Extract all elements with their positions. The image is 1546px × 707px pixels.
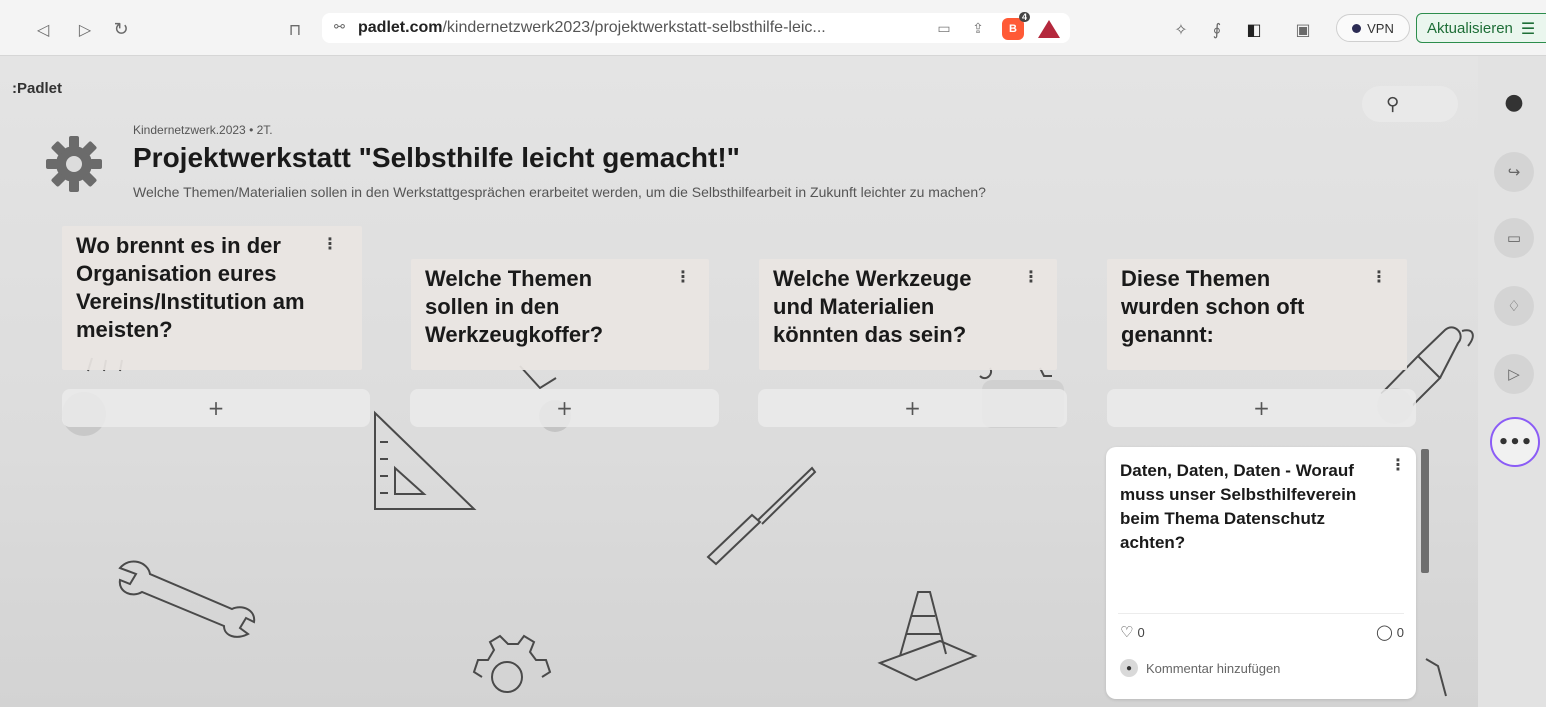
set-square-inner (394, 465, 427, 495)
column-header-1[interactable]: Wo brennt es in der Organisation eures V… (62, 226, 362, 370)
paint-brush-tip (1461, 329, 1474, 347)
plus-icon: + (207, 396, 225, 420)
share-icon[interactable]: ⇪ (968, 19, 988, 39)
board-author[interactable]: Kindernetzwerk.2023 (133, 123, 246, 137)
search-button[interactable]: ⚲ (1362, 86, 1458, 122)
column-scrollbar[interactable] (1421, 449, 1429, 573)
update-label: Aktualisieren (1427, 19, 1513, 37)
post-card[interactable]: Daten, Daten, Daten - Worauf muss unser … (1106, 447, 1416, 699)
gear-outline-icon (491, 661, 523, 693)
board-age: 2T. (256, 123, 273, 137)
search-icon: ⚲ (1386, 93, 1400, 115)
partial-shape-c (1425, 658, 1447, 697)
comment-count-button[interactable]: ◯ 0 (1376, 623, 1404, 641)
column-header-4[interactable]: Diese Themen wurden schon oft genannt: ⋮ (1107, 259, 1407, 370)
cast-icon[interactable]: ▭ (934, 19, 954, 39)
plus-icon: + (904, 396, 921, 420)
url-text: padlet.com/kindernetzwerk2023/projektwer… (358, 19, 826, 36)
vpn-button[interactable]: VPN (1336, 14, 1410, 42)
more-options-icon[interactable]: ••• (1490, 417, 1540, 467)
like-button[interactable]: ♡ 0 (1120, 623, 1145, 641)
page-title: Projektwerkstatt "Selbsthilfe leicht gem… (133, 142, 740, 173)
extensions-icon[interactable]: ✧ (1170, 18, 1192, 40)
right-sidebar: ● ↪ ▭ ♢ ▷ ••• (1478, 56, 1546, 707)
add-post-button-3[interactable]: + (758, 389, 1067, 427)
update-button[interactable]: Aktualisieren ☰ (1416, 13, 1546, 43)
column-title: Welche Werkzeuge und Materialien könnten… (773, 266, 972, 347)
menu-icon[interactable]: ☰ (1521, 19, 1535, 38)
comment-count: 0 (1396, 624, 1404, 640)
reload-icon[interactable]: ↻ (110, 18, 132, 40)
padlet-logo[interactable]: :Padlet (12, 80, 62, 97)
browser-toolbar: ◁ ▷ ↻ ⊓ ⚯ padlet.com/kindernetzwerk2023/… (0, 0, 1546, 56)
add-post-button-1[interactable]: + (62, 389, 370, 427)
share-arrow-icon[interactable]: ↪ (1494, 152, 1534, 192)
column-title: Diese Themen wurden schon oft genannt: (1121, 266, 1305, 347)
gear-outline-teeth (472, 634, 552, 678)
heart-icon: ♡ (1120, 623, 1134, 641)
leo-icon[interactable]: ∮ (1206, 18, 1228, 40)
brave-shields-icon[interactable]: B4 (1002, 12, 1030, 40)
post-menu-icon[interactable]: ⋮ (1390, 455, 1406, 474)
brave-shields-badge: 4 (1018, 12, 1030, 22)
post-title: Daten, Daten, Daten - Worauf muss unser … (1120, 461, 1357, 552)
back-icon[interactable]: ◁ (32, 18, 54, 40)
forward-icon[interactable]: ▷ (74, 18, 96, 40)
add-post-button-4[interactable]: + (1107, 389, 1416, 427)
notification-bell-icon[interactable]: ♢ (1494, 286, 1534, 326)
brave-rewards-icon[interactable] (1038, 20, 1060, 38)
page-subtitle: Welche Themen/Materialien sollen in den … (133, 184, 986, 200)
wrench-icon (118, 560, 256, 638)
add-comment-label: Kommentar hinzufügen (1146, 660, 1281, 676)
column-title: Welche Themen sollen in den Werkzeugkoff… (425, 266, 604, 347)
play-icon[interactable]: ▷ (1494, 354, 1534, 394)
site-settings-icon[interactable]: ⚯ (334, 20, 350, 36)
avatar: ● (1120, 659, 1138, 677)
slideshow-icon[interactable]: ▭ (1494, 218, 1534, 258)
column-menu-icon[interactable]: ⋮ (675, 267, 691, 286)
vpn-label: VPN (1367, 20, 1394, 36)
padlet-board: :Padlet ⚲ Kindernetzwerk.2023 • 2T. Proj… (0, 56, 1478, 707)
user-avatar-icon[interactable]: ● (1494, 82, 1534, 122)
column-header-3[interactable]: Welche Werkzeuge und Materialien könnten… (759, 259, 1057, 370)
like-count: 0 (1137, 624, 1145, 640)
post-divider (1118, 613, 1404, 614)
wallet-icon[interactable]: ▣ (1292, 18, 1314, 40)
column-header-2[interactable]: Welche Themen sollen in den Werkzeugkoff… (411, 259, 709, 370)
plus-icon: + (1253, 396, 1270, 420)
column-menu-icon[interactable]: ⋮ (322, 234, 338, 253)
add-comment-field[interactable]: ● Kommentar hinzufügen (1120, 659, 1280, 677)
vpn-status-icon (1352, 23, 1362, 33)
column-menu-icon[interactable]: ⋮ (1371, 267, 1387, 286)
set-square-ticks (380, 441, 388, 494)
add-post-button-2[interactable]: + (410, 389, 719, 427)
board-gear-icon (46, 136, 102, 192)
board-meta: Kindernetzwerk.2023 • 2T. (133, 123, 273, 137)
address-bar[interactable]: ⚯ padlet.com/kindernetzwerk2023/projektw… (322, 12, 1070, 43)
plus-icon: + (556, 396, 573, 420)
traffic-cone-icon (877, 591, 978, 682)
column-title: Wo brennt es in der Organisation eures V… (76, 233, 305, 342)
bookmark-icon[interactable]: ⊓ (284, 18, 306, 40)
column-menu-icon[interactable]: ⋮ (1023, 267, 1039, 286)
comment-icon: ◯ (1375, 623, 1393, 641)
sidebar-icon[interactable]: ◧ (1243, 18, 1265, 40)
screwdriver-icon (706, 466, 817, 566)
